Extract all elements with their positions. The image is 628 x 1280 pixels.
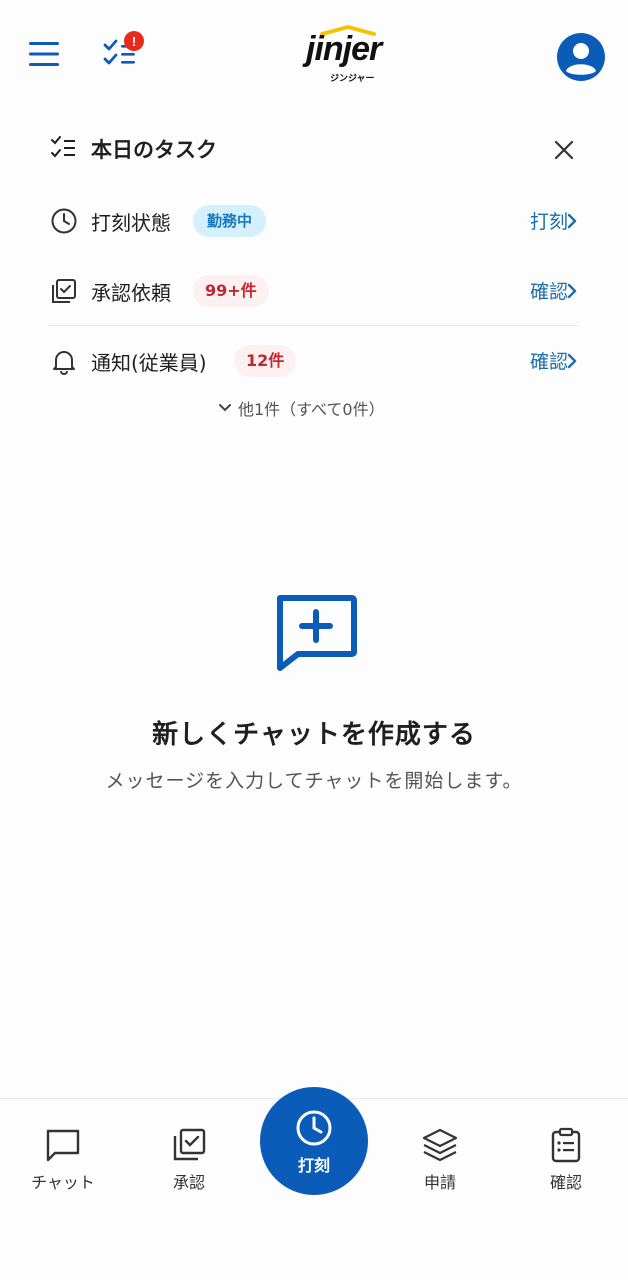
- profile-button[interactable]: [556, 32, 606, 82]
- nav-label: 承認: [172, 1173, 205, 1192]
- nav-confirm[interactable]: 確認: [511, 1123, 621, 1203]
- close-tasks-button[interactable]: [548, 134, 580, 166]
- nav-application[interactable]: 申請: [385, 1123, 495, 1203]
- task-row-label: 承認依頼: [91, 281, 171, 305]
- nav-label: 確認: [549, 1173, 582, 1192]
- show-more-tasks[interactable]: 他1件（すべて0件）: [218, 396, 385, 420]
- confirm-link[interactable]: 確認: [530, 277, 568, 304]
- tasks-title: 本日のタスク: [91, 138, 217, 162]
- user-avatar-icon: [557, 33, 605, 81]
- clipboard-icon: [551, 1127, 581, 1163]
- nav-label: 申請: [423, 1173, 456, 1192]
- approval-check-icon: [52, 279, 76, 303]
- layers-icon: [422, 1128, 458, 1162]
- nav-label: チャット: [31, 1173, 95, 1192]
- count-badge: 99+件: [193, 275, 269, 307]
- nav-approval[interactable]: 承認: [134, 1123, 244, 1203]
- new-chat-icon: [277, 595, 357, 671]
- logo-text: jinjer: [306, 30, 382, 68]
- more-tasks-label: 他1件（すべて0件）: [238, 400, 385, 419]
- nav-chat[interactable]: チャット: [8, 1123, 118, 1203]
- notification-badge: !: [124, 31, 144, 51]
- chevron-right-icon: [567, 213, 577, 229]
- punch-link[interactable]: 打刻: [530, 207, 568, 234]
- task-row-label: 打刻状態: [91, 211, 171, 235]
- status-badge: 勤務中: [193, 205, 267, 237]
- confirm-link[interactable]: 確認: [530, 347, 568, 374]
- chat-icon: [46, 1129, 80, 1162]
- chevron-right-icon: [567, 283, 577, 299]
- clock-icon: [296, 1110, 332, 1146]
- chevron-right-icon: [567, 353, 577, 369]
- task-row-approval-requests[interactable]: 承認依頼 99+件 確認: [48, 263, 580, 319]
- hamburger-menu-icon: [29, 42, 59, 66]
- logo-subtext: ジンジャー: [330, 74, 375, 84]
- close-icon: [554, 140, 574, 160]
- nav-punch-fab[interactable]: 打刻: [260, 1087, 368, 1195]
- task-row-notifications[interactable]: 通知(従業員) 12件 確認: [48, 333, 580, 389]
- clock-icon: [51, 208, 77, 234]
- bottom-navigation: チャット 承認 打刻 申請 確認: [0, 1087, 628, 1280]
- count-badge: 12件: [234, 345, 297, 377]
- chevron-down-icon: [219, 404, 231, 412]
- approval-icon: [173, 1128, 206, 1161]
- app-header: ! jinjer ジンジャー: [0, 0, 628, 110]
- menu-button[interactable]: [22, 32, 66, 76]
- empty-state-description: メッセージを入力してチャットを開始します。: [105, 770, 523, 792]
- checklist-icon: [51, 136, 75, 158]
- tasks-header: 本日のタスク: [48, 130, 580, 170]
- bell-icon: [53, 351, 75, 375]
- task-row-label: 通知(従業員): [91, 351, 207, 375]
- divider: [48, 325, 578, 326]
- empty-state-title: 新しくチャットを作成する: [152, 720, 476, 750]
- nav-label: 打刻: [297, 1156, 330, 1175]
- task-row-punch-status[interactable]: 打刻状態 勤務中 打刻: [48, 193, 580, 249]
